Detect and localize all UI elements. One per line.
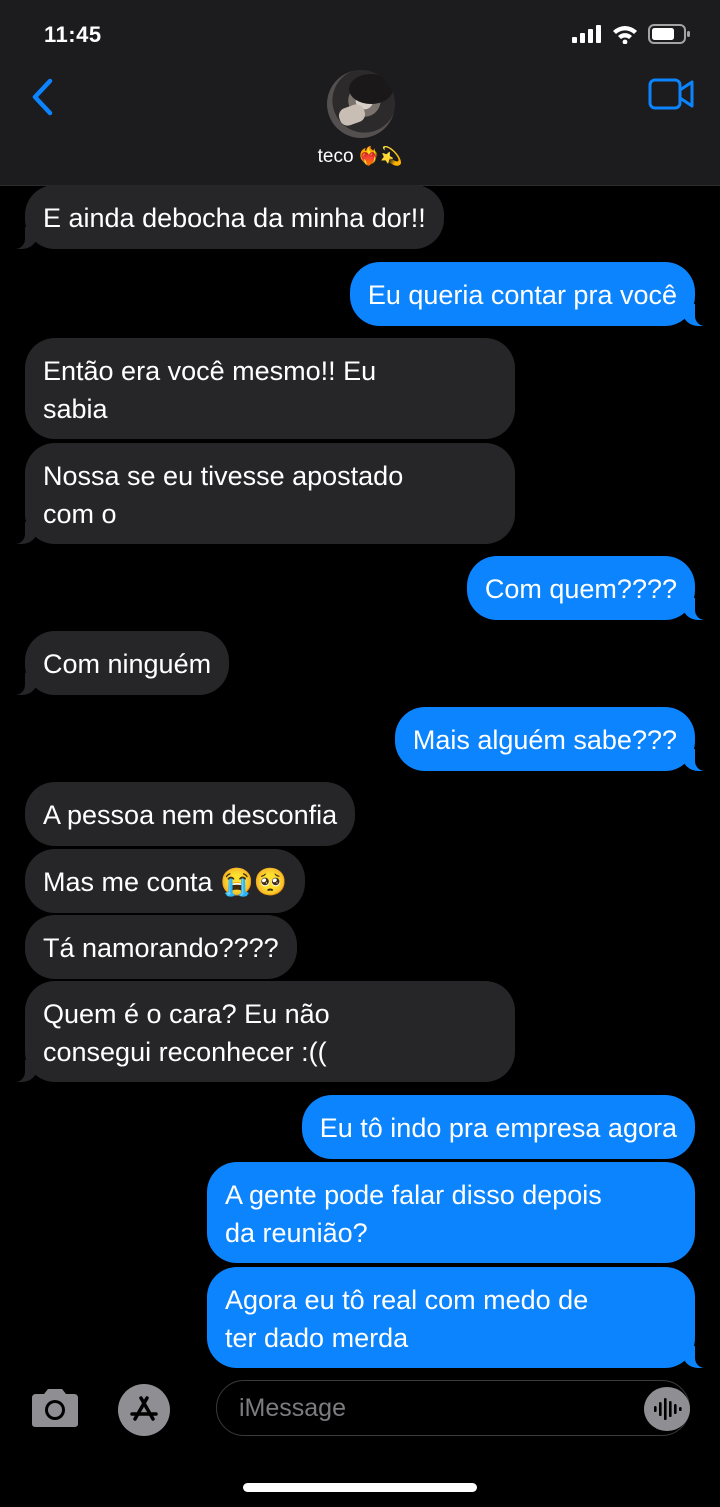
message-bubble-incoming[interactable]: Quem é o cara? Eu não consegui reconhece…	[5, 981, 515, 1082]
audio-message-button[interactable]	[644, 1387, 690, 1431]
message-bubble-outgoing[interactable]: Mais alguém sabe???	[394, 707, 716, 771]
message-bubble-incoming[interactable]: E ainda debocha da minha dor!!	[5, 185, 444, 249]
contact-name: teco	[317, 146, 354, 167]
video-call-button[interactable]	[648, 76, 694, 112]
imessage-input[interactable]	[216, 1380, 690, 1436]
battery-icon	[648, 24, 690, 44]
back-button[interactable]	[22, 72, 62, 122]
back-chevron-icon	[32, 78, 53, 116]
message-bubble-incoming[interactable]: Mas me conta 😭🥺	[25, 849, 306, 913]
video-call-icon	[648, 78, 694, 110]
wifi-icon	[613, 25, 637, 44]
home-indicator[interactable]	[243, 1483, 477, 1492]
message-bubble-incoming[interactable]: Tá namorando????	[25, 915, 297, 979]
message-bubble-outgoing[interactable]: Com quem????	[466, 556, 716, 620]
message-bubble-outgoing[interactable]: Eu tô indo pra empresa agora	[301, 1095, 695, 1159]
message-bubble-incoming[interactable]: A pessoa nem desconfia	[25, 782, 356, 846]
contact-emoji: ❤️‍🔥💫	[357, 146, 403, 166]
audio-message-icon	[654, 1398, 682, 1420]
status-icons	[572, 24, 690, 44]
app-store-button[interactable]	[118, 1384, 170, 1436]
message-thread[interactable]: E ainda debocha da minha dor!! Eu queria…	[0, 185, 720, 1370]
conversation-header: 11:45 teco ❤️‍🔥💫	[0, 0, 720, 186]
camera-icon	[32, 1389, 78, 1427]
message-bubble-outgoing[interactable]: Agora eu tô real com medo de ter dado me…	[207, 1267, 715, 1368]
app-store-icon	[130, 1396, 158, 1421]
message-bubble-incoming[interactable]: Nossa se eu tivesse apostado com o	[5, 443, 515, 544]
message-bubble-incoming[interactable]: Então era você mesmo!! Eu sabia	[25, 338, 515, 439]
camera-button[interactable]	[28, 1388, 82, 1428]
signal-icon	[572, 25, 601, 43]
message-bubble-outgoing[interactable]: A gente pode falar disso depois da reuni…	[207, 1162, 695, 1263]
message-bubble-outgoing[interactable]: Eu queria contar pra você	[349, 262, 716, 326]
status-time: 11:45	[44, 22, 102, 47]
contact-avatar[interactable]	[327, 70, 395, 138]
contact-name-row[interactable]: teco ❤️‍🔥💫	[0, 146, 720, 168]
message-bubble-incoming[interactable]: Com ninguém	[4, 631, 230, 695]
